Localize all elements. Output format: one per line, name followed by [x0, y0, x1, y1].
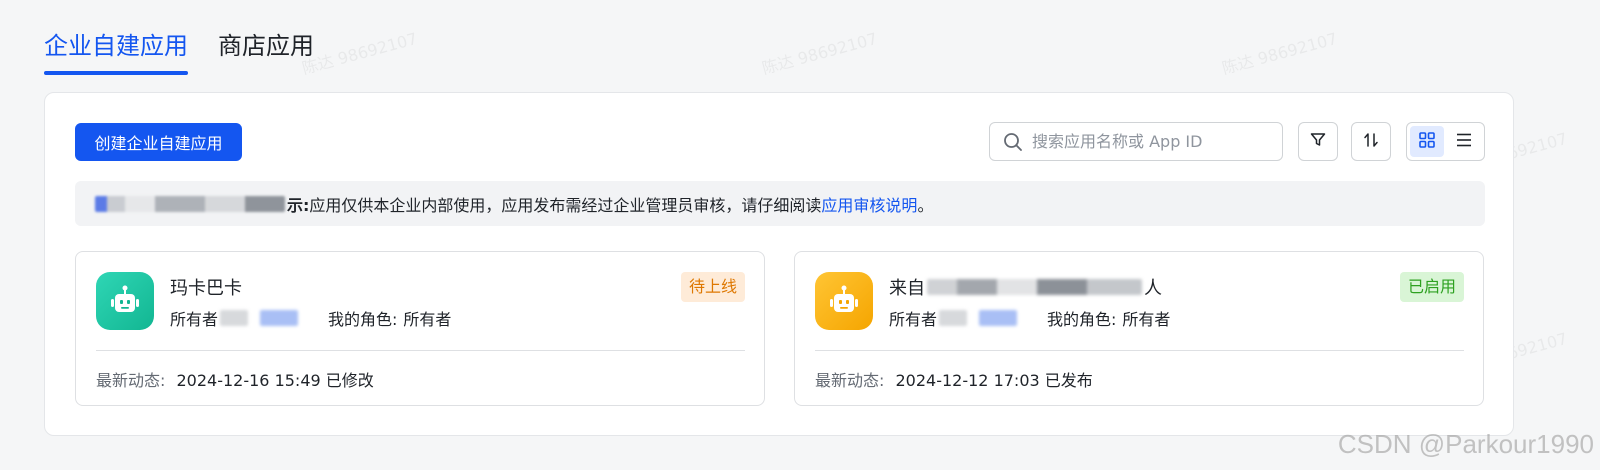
tab-store-apps[interactable]: 商店应用	[218, 28, 314, 72]
app-name-end: 人	[1144, 278, 1162, 299]
csdn-watermark: CSDN @Parkour1990	[1337, 429, 1594, 459]
redacted-owner-link	[979, 310, 1018, 326]
app-name: 玛卡巴卡	[170, 278, 242, 299]
app-name: 来自 人	[889, 274, 1162, 300]
redacted-owner	[220, 310, 249, 326]
role-value: 所有者	[1122, 310, 1171, 329]
divider	[96, 350, 745, 351]
owner-label: 所有者	[170, 310, 219, 329]
latest-activity: 最新动态: 2024-12-12 17:03 已发布	[815, 367, 1093, 391]
sort-icon	[1362, 131, 1380, 153]
activity-value: 2024-12-12 17:03 已发布	[895, 371, 1093, 390]
robot-icon	[815, 272, 873, 330]
filter-button[interactable]	[1298, 122, 1338, 161]
activity-label: 最新动态:	[815, 371, 885, 390]
tab-internal-apps[interactable]: 企业自建应用	[44, 28, 188, 75]
owner-info: 所有者 我的角色: 所有者	[170, 306, 451, 330]
create-app-button[interactable]: 创建企业自建应用	[75, 123, 242, 161]
role-label: 我的角色:	[1047, 310, 1117, 329]
sort-button[interactable]	[1351, 122, 1391, 161]
review-guide-link[interactable]: 应用审核说明	[821, 192, 917, 216]
grid-view-button[interactable]	[1410, 126, 1444, 157]
redacted-owner	[939, 310, 968, 326]
watermark: 陈达 98692107	[1219, 28, 1340, 78]
search-input[interactable]	[1032, 132, 1272, 151]
redacted-text	[95, 195, 285, 212]
watermark: 陈达 98692107	[299, 28, 420, 78]
notice-end: 。	[917, 195, 934, 215]
app-card[interactable]: 玛卡巴卡 所有者 我的角色: 所有者 待上线 最新动态: 2024-12-16 …	[75, 251, 765, 406]
status-badge: 待上线	[680, 272, 745, 302]
watermark: 陈达 98692107	[759, 28, 880, 78]
search-box[interactable]	[989, 122, 1283, 161]
status-badge: 已启用	[1399, 272, 1464, 302]
owner-info: 所有者 我的角色: 所有者	[889, 306, 1170, 330]
notice-text: 应用仅供本企业内部使用，应用发布需经过企业管理员审核，请仔细阅读	[309, 195, 822, 215]
activity-label: 最新动态:	[96, 371, 166, 390]
view-toggle	[1406, 122, 1485, 161]
redacted-owner-link	[260, 310, 299, 326]
filter-icon	[1309, 131, 1327, 153]
grid-view-icon	[1418, 131, 1436, 153]
search-icon	[1002, 131, 1024, 153]
apps-panel: 创建企业自建应用 示: 应用仅供本企业内部使用，应用发布需	[44, 92, 1514, 436]
robot-icon	[96, 272, 154, 330]
app-name-start: 来自	[889, 278, 925, 299]
redacted-app-name	[927, 279, 1142, 295]
app-type-tabs: 企业自建应用 商店应用	[44, 28, 314, 75]
review-notice: 示: 应用仅供本企业内部使用，应用发布需经过企业管理员审核，请仔细阅读 应用审核…	[75, 181, 1485, 226]
activity-value: 2024-12-16 15:49 已修改	[176, 371, 374, 390]
owner-label: 所有者	[889, 310, 938, 329]
list-view-icon	[1455, 131, 1473, 153]
list-view-button[interactable]	[1448, 126, 1482, 157]
app-card[interactable]: 来自 人 所有者 我的角色: 所有者 已启用 最新动态: 2024-12-12 …	[794, 251, 1484, 406]
role-label: 我的角色:	[328, 310, 398, 329]
role-value: 所有者	[403, 310, 452, 329]
notice-heading-tail: 示:	[287, 195, 310, 215]
latest-activity: 最新动态: 2024-12-16 15:49 已修改	[96, 367, 374, 391]
divider	[815, 350, 1464, 351]
